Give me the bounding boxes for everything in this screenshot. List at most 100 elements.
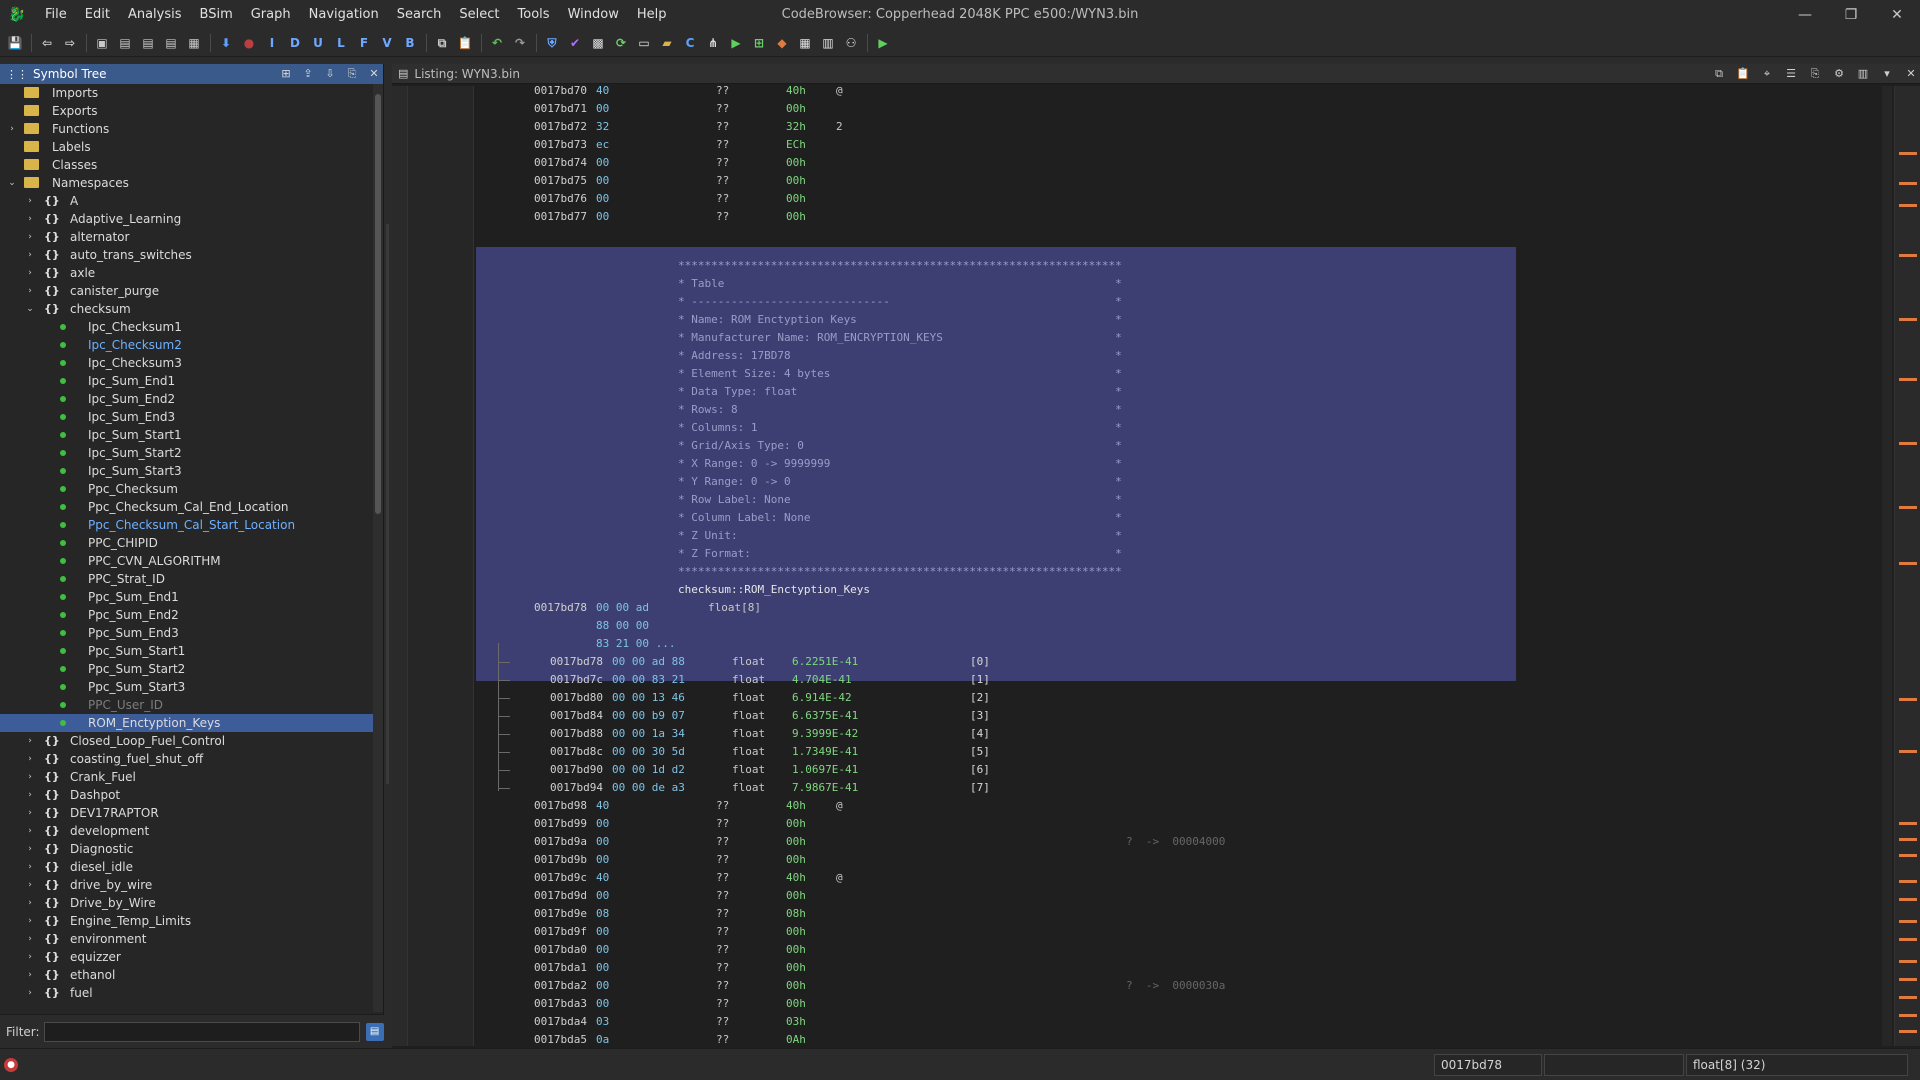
- listing-row[interactable]: 0017bd9b 00?? 00h: [476, 851, 1882, 869]
- listing-row[interactable]: 0017bda4 03?? 03h: [476, 1013, 1882, 1031]
- overview-marker[interactable]: [1899, 204, 1917, 207]
- listing-row[interactable]: 0017bd72 32?? 32h 2: [476, 118, 1882, 136]
- tree-item-namespace[interactable]: › {} Drive_by_Wire: [0, 894, 374, 912]
- overview-marker[interactable]: [1899, 442, 1917, 445]
- chevron-right-icon[interactable]: ›: [24, 858, 36, 876]
- overview-marker[interactable]: [1899, 378, 1917, 381]
- tree-item-symbol[interactable]: Ipc_Sum_End3: [0, 408, 374, 426]
- listing-row[interactable]: 0017bd75 00?? 00h: [476, 172, 1882, 190]
- overview-marker[interactable]: [1899, 698, 1917, 701]
- array-element-row[interactable]: 0017bd94 00 00 de a3 float 7.9867E-41 [7]: [476, 779, 1882, 797]
- close-panel-icon[interactable]: ✕: [365, 66, 383, 82]
- chevron-right-icon[interactable]: ›: [24, 984, 36, 1002]
- refresh-icon[interactable]: ⟳: [612, 34, 630, 52]
- array-header-row[interactable]: 83 21 00 ...: [476, 635, 1882, 653]
- overview-marker[interactable]: [1899, 938, 1917, 941]
- bookmark-icon[interactable]: ▣: [93, 34, 111, 52]
- symbol-label[interactable]: checksum::ROM_Enctyption_Keys: [678, 581, 870, 599]
- chevron-right-icon[interactable]: ›: [24, 786, 36, 804]
- tree-item-symbol[interactable]: Ipc_Sum_Start1: [0, 426, 374, 444]
- tree-item-symbol[interactable]: PPC_User_ID: [0, 696, 374, 714]
- listing-overview-bar[interactable]: [1894, 86, 1920, 1046]
- menu-navigation[interactable]: Navigation: [300, 0, 388, 30]
- settings-icon[interactable]: ⚙: [1830, 66, 1848, 82]
- tree-item-symbol[interactable]: PPC_CVN_ALGORITHM: [0, 552, 374, 570]
- tree-item-folder[interactable]: Exports: [0, 102, 374, 120]
- next-instruction-icon[interactable]: I: [263, 34, 281, 52]
- shield-icon[interactable]: ⛨: [543, 34, 561, 52]
- overview-marker[interactable]: [1899, 960, 1917, 963]
- menu-analysis[interactable]: Analysis: [119, 0, 191, 30]
- next-label-icon[interactable]: L: [332, 34, 350, 52]
- tree-item-symbol[interactable]: Ppc_Sum_End3: [0, 624, 374, 642]
- overview-marker[interactable]: [1899, 562, 1917, 565]
- tree-item-namespace[interactable]: › {} Closed_Loop_Fuel_Control: [0, 732, 374, 750]
- tree-item-namespace[interactable]: › {} coasting_fuel_shut_off: [0, 750, 374, 768]
- next-function-icon[interactable]: F: [355, 34, 373, 52]
- tree-item-folder[interactable]: Imports: [0, 84, 374, 102]
- snapshot-icon[interactable]: ⎘: [343, 66, 361, 82]
- menu-bsim[interactable]: BSim: [191, 0, 242, 30]
- save-icon[interactable]: 💾: [6, 34, 24, 52]
- array-header-row[interactable]: 88 00 00: [476, 617, 1882, 635]
- listing-flow-margin[interactable]: [408, 86, 474, 1046]
- overview-marker[interactable]: [1899, 978, 1917, 981]
- tree-item-symbol[interactable]: Ipc_Sum_Start3: [0, 462, 374, 480]
- tree-item-folder[interactable]: Classes: [0, 156, 374, 174]
- array-element-row[interactable]: 0017bd90 00 00 1d d2 float 1.0697E-41 [6]: [476, 761, 1882, 779]
- overview-marker[interactable]: [1899, 822, 1917, 825]
- next-data-icon[interactable]: D: [286, 34, 304, 52]
- listing-row[interactable]: 0017bd9c 40?? 40h @: [476, 869, 1882, 887]
- overview-marker[interactable]: [1899, 152, 1917, 155]
- chevron-down-icon[interactable]: ⌄: [24, 300, 36, 318]
- panel-splitter[interactable]: [384, 64, 392, 1048]
- paste-icon[interactable]: 📋: [1734, 66, 1752, 82]
- chevron-right-icon[interactable]: ›: [24, 966, 36, 984]
- chevron-right-icon[interactable]: ›: [6, 120, 18, 138]
- filter-options-icon[interactable]: ▤: [365, 1022, 384, 1041]
- tree-item-symbol[interactable]: Ppc_Checksum_Cal_End_Location: [0, 498, 374, 516]
- chevron-right-icon[interactable]: ›: [24, 768, 36, 786]
- tree-item-symbol[interactable]: Ipc_Sum_Start2: [0, 444, 374, 462]
- chevron-right-icon[interactable]: ›: [24, 912, 36, 930]
- window-icon[interactable]: ▭: [635, 34, 653, 52]
- tree-item-namespace[interactable]: › {} Crank_Fuel: [0, 768, 374, 786]
- tree-item-symbol[interactable]: Ppc_Sum_Start3: [0, 678, 374, 696]
- new-namespace-icon[interactable]: ⊞: [277, 66, 295, 82]
- run-icon[interactable]: ▶: [727, 34, 745, 52]
- overview-marker[interactable]: [1899, 898, 1917, 901]
- table-icon[interactable]: ▦: [796, 34, 814, 52]
- filter-input[interactable]: [43, 1021, 360, 1042]
- listing-row[interactable]: 0017bd9e 08?? 08h: [476, 905, 1882, 923]
- tree-item-namespace[interactable]: › {} environment: [0, 930, 374, 948]
- overview-marker[interactable]: [1899, 254, 1917, 257]
- chevron-right-icon[interactable]: ›: [24, 264, 36, 282]
- chevron-right-icon[interactable]: ›: [24, 228, 36, 246]
- array-element-row[interactable]: 0017bd8c 00 00 30 5d float 1.7349E-41 [5]: [476, 743, 1882, 761]
- tree-item-namespace[interactable]: › {} ethanol: [0, 966, 374, 984]
- menu-edit[interactable]: Edit: [76, 0, 119, 30]
- chevron-right-icon[interactable]: ›: [24, 930, 36, 948]
- close-button[interactable]: ✕: [1874, 0, 1920, 30]
- array-element-row[interactable]: 0017bd84 00 00 b9 07 float 6.6375E-41 [3]: [476, 707, 1882, 725]
- tree-item-symbol[interactable]: Ppc_Checksum_Cal_Start_Location: [0, 516, 374, 534]
- splitter-grip[interactable]: [386, 224, 389, 784]
- listing-row[interactable]: 0017bd99 00?? 00h: [476, 815, 1882, 833]
- redo-icon[interactable]: ↷: [511, 34, 529, 52]
- next-undefined-icon[interactable]: U: [309, 34, 327, 52]
- tree-icon[interactable]: ⋔: [704, 34, 722, 52]
- tree-item-namespace[interactable]: ⌄ {} checksum: [0, 300, 374, 318]
- array-element-row[interactable]: 0017bd7c 00 00 83 21 float 4.704E-41 [1]: [476, 671, 1882, 689]
- tree-item-namespace[interactable]: › {} alternator: [0, 228, 374, 246]
- page-icon[interactable]: ▤: [162, 34, 180, 52]
- overview-marker[interactable]: [1899, 750, 1917, 753]
- listing-row[interactable]: 0017bda1 00?? 00h: [476, 959, 1882, 977]
- chevron-right-icon[interactable]: ›: [24, 210, 36, 228]
- listing-row[interactable]: 0017bd70 40?? 40h @: [476, 86, 1882, 100]
- tree-item-folder[interactable]: ⌄ Namespaces: [0, 174, 374, 192]
- tree-item-namespace[interactable]: › {} drive_by_wire: [0, 876, 374, 894]
- tree-item-namespace[interactable]: › {} Adaptive_Learning: [0, 210, 374, 228]
- page-icon[interactable]: ▤: [116, 34, 134, 52]
- copy-icon[interactable]: ⧉: [1710, 66, 1728, 82]
- tree-item-symbol[interactable]: PPC_CHIPID: [0, 534, 374, 552]
